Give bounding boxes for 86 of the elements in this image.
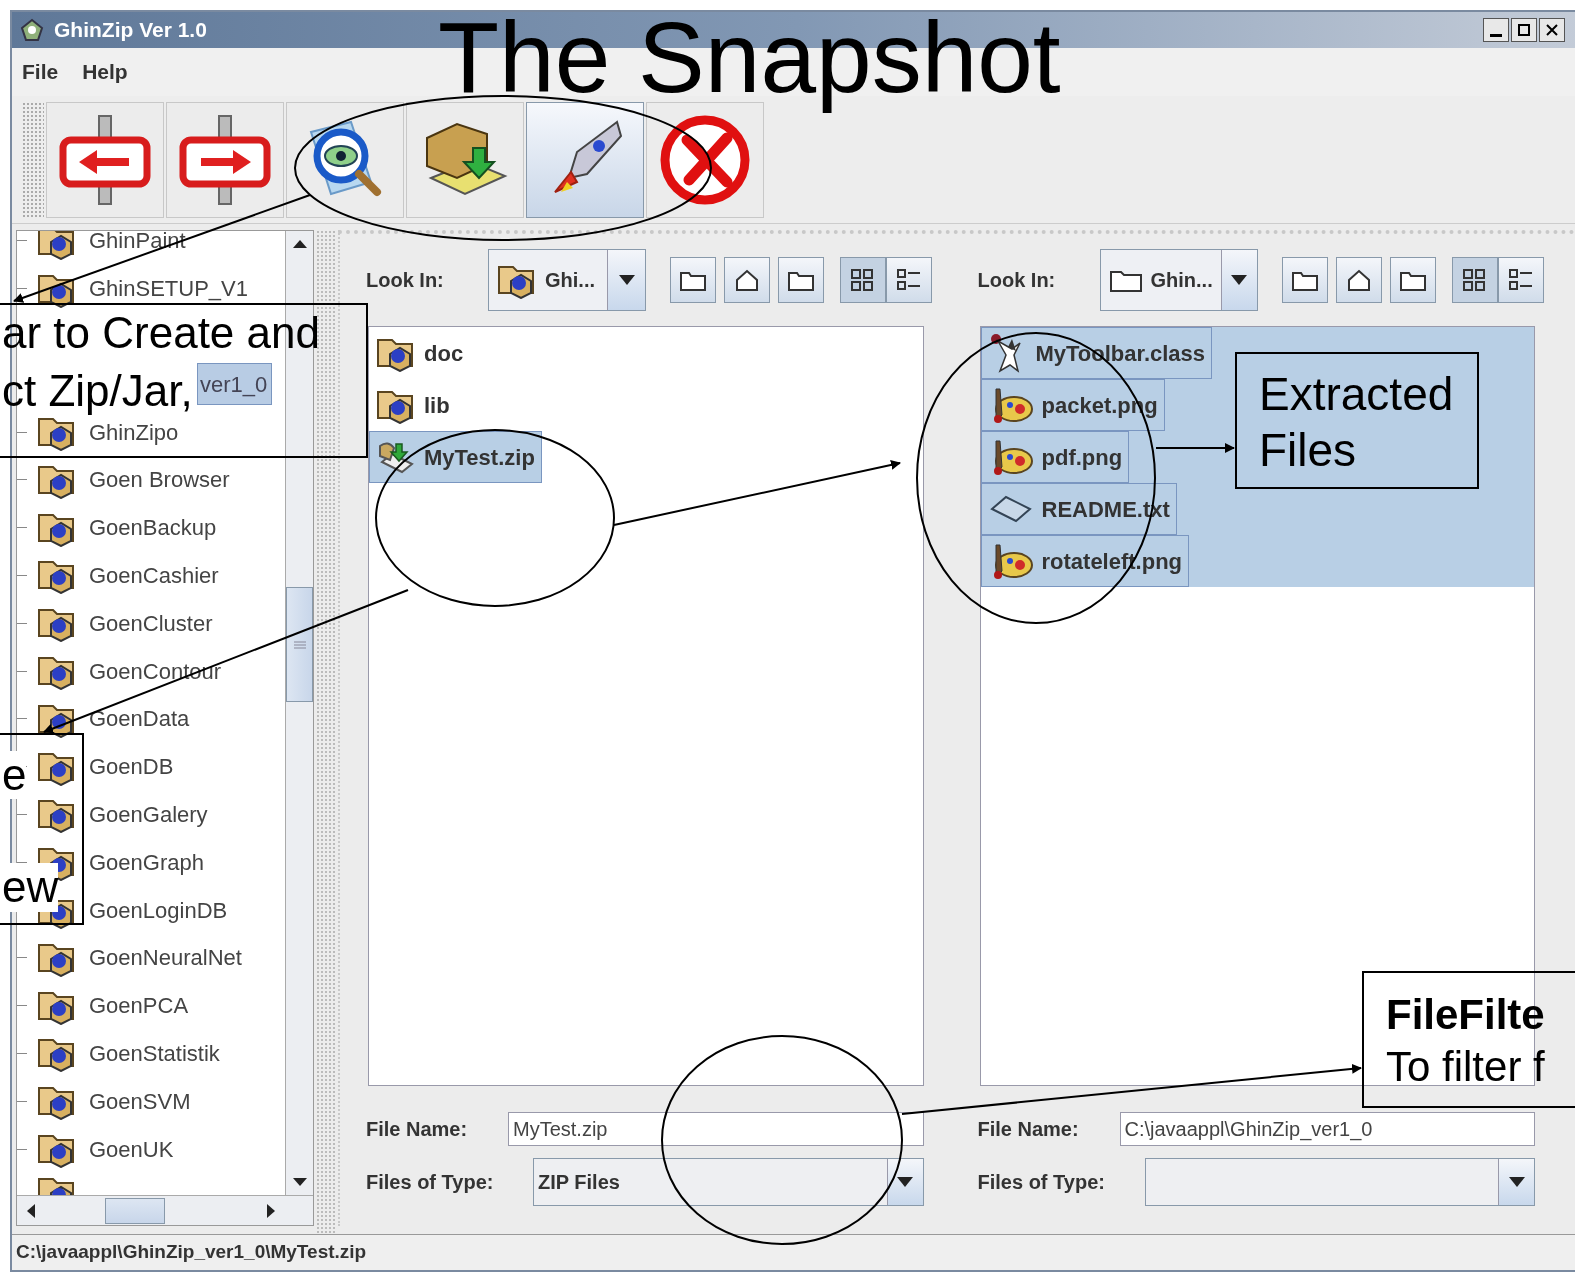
files-of-type-dropdown[interactable] (1144, 1158, 1535, 1206)
tree-item[interactable]: GoenGalery (87, 797, 210, 831)
callout-text: To filter f (1386, 1042, 1545, 1092)
minimize-icon (1490, 34, 1502, 37)
caret-icon (1508, 1177, 1525, 1187)
toolbar-button[interactable] (670, 257, 716, 303)
callout-text: Extracted (1259, 367, 1454, 422)
maximize-icon (1518, 24, 1530, 36)
window-title: GhinZip Ver 1.0 (54, 17, 207, 44)
scroll-right-icon (267, 1203, 275, 1218)
look-in-label: Look In: (366, 268, 445, 293)
maximize-button[interactable] (1511, 18, 1537, 42)
look-in-label: Look In: (977, 268, 1057, 293)
tree-item[interactable]: GhinSETUP_V1 (87, 272, 250, 306)
details-view-button[interactable] (1497, 257, 1544, 303)
package-folder-icon (37, 231, 77, 260)
app-icon (20, 18, 46, 42)
toolbar-button[interactable] (1389, 257, 1436, 303)
home-icon (733, 268, 761, 292)
list-entry[interactable]: doc (369, 327, 471, 379)
callout-text: ar to Create and (2, 309, 320, 358)
tree-item[interactable]: GoenNeuralNet (87, 941, 244, 975)
caret-icon (897, 1177, 913, 1187)
callout-text: FileFilte (1386, 990, 1545, 1040)
tree-item[interactable]: GhinPaint (87, 231, 188, 258)
toolbar-button[interactable] (286, 101, 404, 218)
tree-item[interactable]: GoenSVM (87, 1084, 193, 1118)
status-text: C:\javaappl\GhinZip_ver1_0\MyTest.zip (16, 1240, 367, 1265)
files-of-type-label: Files of Type: (366, 1170, 495, 1195)
callout-text: Files (1259, 423, 1357, 478)
file-name-label: File Name: (366, 1117, 469, 1142)
files-of-type-dropdown[interactable]: ZIP Files (533, 1158, 924, 1206)
callout-text: ct Zip/Jar, (2, 367, 193, 416)
tree-item[interactable]: GoenCluster (87, 606, 215, 640)
file-name-field[interactable]: MyTest.zip (508, 1112, 924, 1146)
tree-item[interactable]: GoenData (87, 702, 192, 736)
toolbar-button[interactable] (1281, 257, 1328, 303)
toolbar-button[interactable] (778, 257, 824, 303)
menu-item[interactable]: Help (82, 56, 128, 88)
tree-item[interactable]: Goen Browser (87, 463, 232, 497)
details-icon (1507, 268, 1534, 292)
slide-title: The Snapshot (438, 0, 1061, 115)
callout-text: ew (2, 863, 59, 912)
minimize-button[interactable] (1483, 18, 1509, 42)
files-of-type-label: Files of Type: (977, 1170, 1106, 1195)
callout-text: e (2, 751, 27, 800)
list-entry[interactable]: lib (369, 379, 457, 431)
toolbar-grip[interactable] (22, 101, 44, 218)
scroll-up-icon (292, 240, 307, 248)
tree-item[interactable]: GoenStatistik (87, 1036, 222, 1070)
toolbar-button[interactable] (724, 257, 770, 303)
tree-item[interactable]: GoenUK (87, 1132, 176, 1166)
scroll-left-icon (27, 1203, 35, 1218)
toolbar-button[interactable] (406, 101, 524, 218)
tree-item[interactable]: ver1_0 (197, 363, 273, 406)
list-view-button[interactable] (1451, 257, 1498, 303)
look-in-dropdown[interactable]: Ghi... (488, 249, 646, 311)
horizontal-scrollbar[interactable] (17, 1195, 313, 1225)
list-entry[interactable]: pdf.png (980, 431, 1130, 483)
tree-item[interactable]: GhinZipo (87, 415, 181, 449)
tree-item[interactable]: GoenPCA (87, 989, 191, 1023)
scroll-thumb[interactable] (105, 1197, 165, 1224)
menu-item[interactable]: File (22, 56, 59, 88)
tree-item[interactable]: GoenBackup (87, 511, 219, 545)
grid-icon (1461, 268, 1488, 292)
grid-icon (850, 268, 876, 292)
tree-item[interactable]: GoenCashier (87, 558, 221, 592)
toolbar-button[interactable] (526, 101, 644, 218)
tree-item[interactable]: GoenDB (87, 750, 176, 784)
caret-icon (618, 275, 635, 285)
list-view-button[interactable] (840, 257, 886, 303)
scroll-thumb[interactable] (286, 587, 313, 702)
look-in-dropdown[interactable]: Ghin... (1099, 249, 1258, 311)
file-name-label: File Name: (977, 1117, 1080, 1142)
scroll-down-icon (292, 1178, 307, 1186)
grip-icon (292, 640, 307, 649)
toolbar-button[interactable] (1335, 257, 1382, 303)
file-name-field[interactable]: C:\javaappl\GhinZip_ver1_0 (1119, 1112, 1535, 1146)
list-entry[interactable]: MyTest.zip (369, 431, 542, 483)
details-view-button[interactable] (886, 257, 932, 303)
details-icon (896, 268, 922, 292)
caret-icon (1231, 275, 1248, 285)
close-icon (1546, 24, 1558, 36)
tree-item[interactable]: GoenLoginDB (87, 893, 230, 927)
tree-item[interactable]: GoenGraph (87, 845, 206, 879)
close-button[interactable] (1539, 18, 1565, 42)
